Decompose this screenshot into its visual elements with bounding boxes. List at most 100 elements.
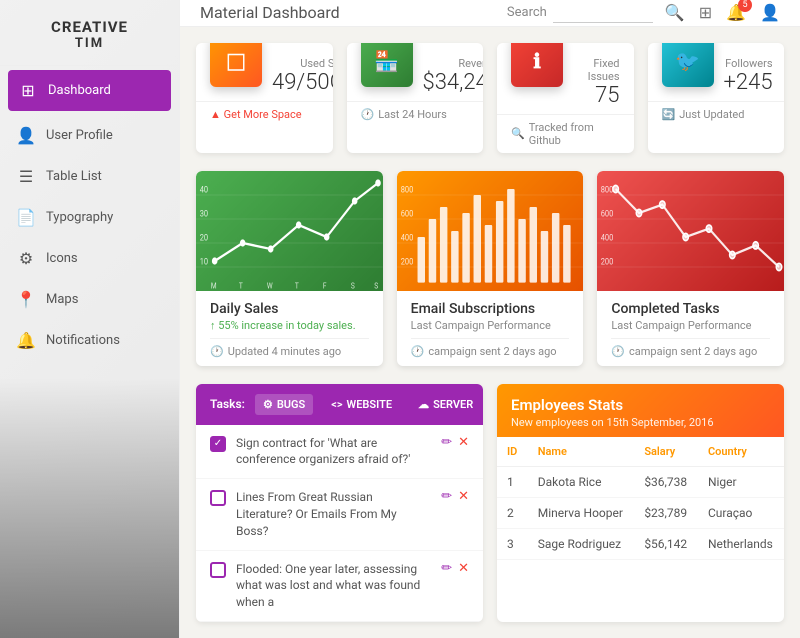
row2-name: Minerva Hooper xyxy=(528,497,635,528)
bugs-icon: ⚙ xyxy=(263,398,273,411)
svg-text:W: W xyxy=(267,280,273,290)
task-delete-3[interactable]: ✕ xyxy=(458,561,469,576)
completed-tasks-chart: 800 600 400 200 xyxy=(597,171,784,291)
svg-text:800: 800 xyxy=(601,184,614,195)
stat-cards: ◻ Used Space 49/50GB ▲ Get More Space 🏪 xyxy=(196,43,784,153)
notifications-icon: 🔔 xyxy=(16,331,36,350)
typography-label: Typography xyxy=(46,210,113,225)
tasks-card: Tasks: ⚙ BUGS <> WEBSITE ☁ SERVER xyxy=(196,384,483,622)
task-edit-3[interactable]: ✏ xyxy=(441,561,452,576)
revenue-value: $34,245 xyxy=(423,70,484,95)
row1-name: Dakota Rice xyxy=(528,466,635,497)
notification-badge: 5 xyxy=(738,0,752,12)
user-account-icon[interactable]: 👤 xyxy=(760,3,780,22)
svg-text:F: F xyxy=(323,280,327,290)
server-label: SERVER xyxy=(433,398,473,411)
user-profile-icon: 👤 xyxy=(16,126,36,145)
sidebar-logo: CREATIVE TIM xyxy=(0,0,179,66)
daily-sales-info: Daily Sales ↑ 55% increase in today sale… xyxy=(196,291,383,366)
task-edit-2[interactable]: ✏ xyxy=(441,489,452,504)
stat-card-used-space: ◻ Used Space 49/50GB ▲ Get More Space xyxy=(196,43,333,153)
sidebar-item-dashboard[interactable]: ⊞ Dashboard xyxy=(8,70,171,111)
tasks-tab-website[interactable]: <> WEBSITE xyxy=(323,394,400,415)
email-subscriptions-chart: 800 600 400 200 xyxy=(397,171,584,291)
task-actions-2: ✏ ✕ xyxy=(441,489,469,504)
completed-tasks-footer: 🕐 campaign sent 2 days ago xyxy=(611,338,770,358)
sidebar-item-user-profile[interactable]: 👤 User Profile xyxy=(0,115,179,156)
sidebar-item-maps[interactable]: 📍 Maps xyxy=(0,279,179,320)
revenue-label: Revenue xyxy=(423,57,484,70)
task-item: Sign contract for 'What are conference o… xyxy=(196,425,483,480)
email-subscriptions-footer: 🕐 campaign sent 2 days ago xyxy=(411,338,570,358)
task-item: Lines From Great Russian Literature? Or … xyxy=(196,479,483,550)
search-input[interactable] xyxy=(553,3,653,23)
sidebar-item-typography[interactable]: 📄 Typography xyxy=(0,197,179,238)
logo-line1: CREATIVE xyxy=(16,18,163,36)
website-label: WEBSITE xyxy=(347,398,393,411)
table-list-icon: ☰ xyxy=(16,167,36,186)
completed-tasks-info: Completed Tasks Last Campaign Performanc… xyxy=(597,291,784,366)
sidebar-item-notifications[interactable]: 🔔 Notifications xyxy=(0,320,179,361)
task-checkbox-1[interactable] xyxy=(210,436,226,452)
sidebar-item-table-list[interactable]: ☰ Table List xyxy=(0,156,179,197)
tasks-tab-server[interactable]: ☁ SERVER xyxy=(410,394,481,415)
svg-text:800: 800 xyxy=(400,184,413,195)
twitter-icon: 🐦 xyxy=(675,49,700,73)
row2-country: Curaçao xyxy=(698,497,784,528)
notification-bell-icon[interactable]: 🔔 5 xyxy=(726,3,746,22)
svg-text:200: 200 xyxy=(601,256,614,267)
task-delete-2[interactable]: ✕ xyxy=(458,489,469,504)
daily-sales-title: Daily Sales xyxy=(210,301,369,317)
issues-icon: ℹ xyxy=(533,49,541,73)
chart-card-daily-sales: 40 30 20 10 xyxy=(196,171,383,366)
grid-view-icon[interactable]: ⊞ xyxy=(699,3,712,22)
used-space-icon: ◻ xyxy=(225,46,247,76)
task-checkbox-3[interactable] xyxy=(210,562,226,578)
tasks-label: Tasks: xyxy=(210,397,245,411)
search-icon[interactable]: 🔍 xyxy=(665,3,685,22)
main-content: Material Dashboard Search 🔍 ⊞ 🔔 5 👤 ◻ xyxy=(180,0,800,638)
completed-tasks-stat: Last Campaign Performance xyxy=(611,319,770,332)
daily-sales-stat: ↑ 55% increase in today sales. xyxy=(210,319,369,332)
revenue-icon-box: 🏪 xyxy=(361,43,413,87)
employees-table: ID Name Salary Country 1 Dakota Rice $36… xyxy=(497,437,784,560)
dashboard-label: Dashboard xyxy=(48,83,111,98)
svg-text:30: 30 xyxy=(200,208,209,219)
notifications-label: Notifications xyxy=(46,333,120,348)
page-title: Material Dashboard xyxy=(200,3,495,22)
stat-card-fixed-issues: ℹ Fixed Issues 75 🔍 Tracked from Github xyxy=(497,43,634,153)
stat-card-followers: 🐦 Followers +245 🔄 Just Updated xyxy=(648,43,785,153)
search-box: Search xyxy=(507,3,653,23)
search-footer-icon: 🔍 xyxy=(511,127,525,140)
maps-icon: 📍 xyxy=(16,290,36,309)
bottom-section: Tasks: ⚙ BUGS <> WEBSITE ☁ SERVER xyxy=(196,384,784,622)
sidebar-item-icons[interactable]: ⚙ Icons xyxy=(0,238,179,279)
tasks-header: Tasks: ⚙ BUGS <> WEBSITE ☁ SERVER xyxy=(196,384,483,425)
svg-text:S: S xyxy=(351,280,355,290)
followers-footer: Just Updated xyxy=(679,108,744,121)
get-more-space-link[interactable]: ▲ Get More Space xyxy=(210,108,302,121)
bugs-label: BUGS xyxy=(277,398,305,411)
task-actions-3: ✏ ✕ xyxy=(441,561,469,576)
tasks-tab-bugs[interactable]: ⚙ BUGS xyxy=(255,394,313,415)
table-row: 1 Dakota Rice $36,738 Niger xyxy=(497,466,784,497)
row3-salary: $56,142 xyxy=(634,528,698,559)
email-subscriptions-info: Email Subscriptions Last Campaign Perfor… xyxy=(397,291,584,366)
task-item: Flooded: One year later, assessing what … xyxy=(196,551,483,622)
svg-text:600: 600 xyxy=(601,208,614,219)
email-subscriptions-title: Email Subscriptions xyxy=(411,301,570,317)
refresh-icon: 🔄 xyxy=(662,108,676,121)
followers-value: +245 xyxy=(724,70,773,95)
col-salary: Salary xyxy=(634,437,698,467)
task-text-2: Lines From Great Russian Literature? Or … xyxy=(236,489,431,539)
campaign-icon: 🕐 xyxy=(411,345,425,358)
followers-label: Followers xyxy=(724,57,773,70)
task-checkbox-2[interactable] xyxy=(210,490,226,506)
employees-header: Employees Stats New employees on 15th Se… xyxy=(497,384,784,437)
task-delete-1[interactable]: ✕ xyxy=(458,435,469,450)
row2-id: 2 xyxy=(497,497,528,528)
task-edit-1[interactable]: ✏ xyxy=(441,435,452,450)
chart-card-completed-tasks: 800 600 400 200 xyxy=(597,171,784,366)
clock-icon-tasks: 🕐 xyxy=(611,345,625,358)
server-icon: ☁ xyxy=(418,398,429,411)
